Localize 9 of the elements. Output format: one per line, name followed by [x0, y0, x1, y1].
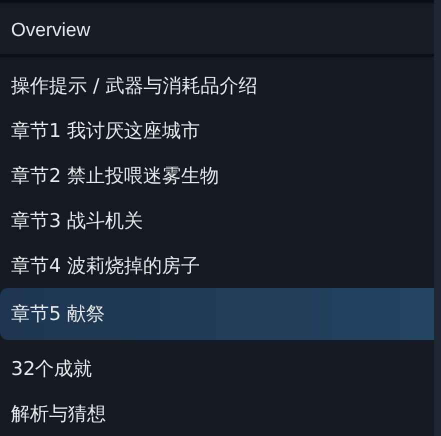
nav-item[interactable]: 解析与猜想 — [0, 391, 434, 436]
nav-item[interactable]: 章节1 我讨厌这座城市 — [0, 108, 434, 153]
nav-item[interactable]: 章节4 波莉烧掉的房子 — [0, 243, 434, 288]
nav-item[interactable]: 章节5 献祭 — [0, 288, 434, 340]
nav-item[interactable]: 操作提示 / 武器与消耗品介绍 — [0, 63, 434, 108]
nav-item[interactable]: 章节2 禁止投喂迷雾生物 — [0, 153, 434, 198]
scrollbar[interactable] — [434, 0, 441, 436]
nav-item[interactable]: 章节3 战斗机关 — [0, 198, 434, 243]
nav-item[interactable]: 32个成就 — [0, 346, 434, 391]
